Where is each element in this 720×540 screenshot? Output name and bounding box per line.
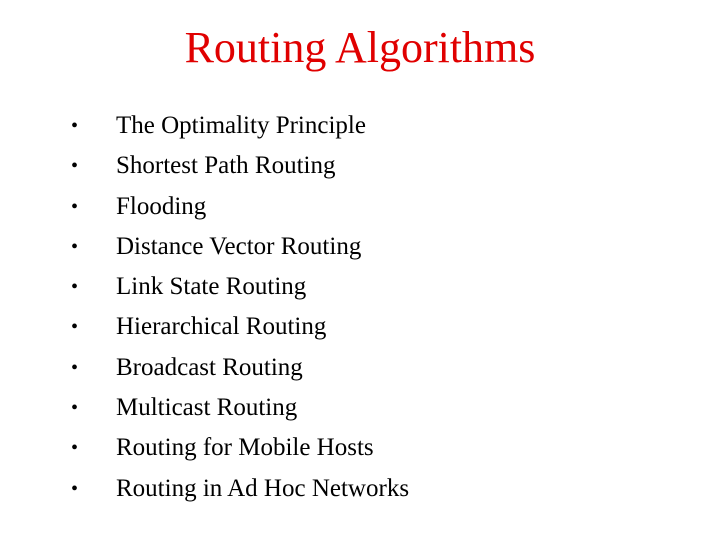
list-item-label: Flooding	[116, 192, 207, 220]
list-item-label: Distance Vector Routing	[116, 232, 362, 260]
bullet-icon: •	[71, 397, 79, 420]
slide-title: Routing Algorithms	[184, 23, 536, 72]
bullet-icon: •	[71, 356, 79, 379]
list-item-label: Shortest Path Routing	[116, 152, 336, 180]
bullet-icon: •	[71, 276, 79, 299]
list-item-label: Link State Routing	[116, 273, 307, 301]
bullet-icon: •	[71, 195, 79, 218]
bullet-icon: •	[71, 437, 79, 460]
list-item-label: Routing in Ad Hoc Networks	[116, 474, 410, 502]
list-item-label: Broadcast Routing	[116, 353, 303, 381]
bullet-icon: •	[71, 155, 79, 178]
bullet-icon: •	[71, 235, 79, 258]
bullet-icon: •	[71, 477, 79, 500]
list-item-label: Hierarchical Routing	[116, 313, 327, 341]
bullet-icon: •	[71, 115, 79, 137]
list-item-label: Routing for Mobile Hosts	[116, 434, 374, 462]
list-item-label: Multicast Routing	[116, 394, 298, 422]
list-item-label: The Optimality Principle	[116, 112, 366, 139]
bullet-icon: •	[71, 316, 79, 339]
